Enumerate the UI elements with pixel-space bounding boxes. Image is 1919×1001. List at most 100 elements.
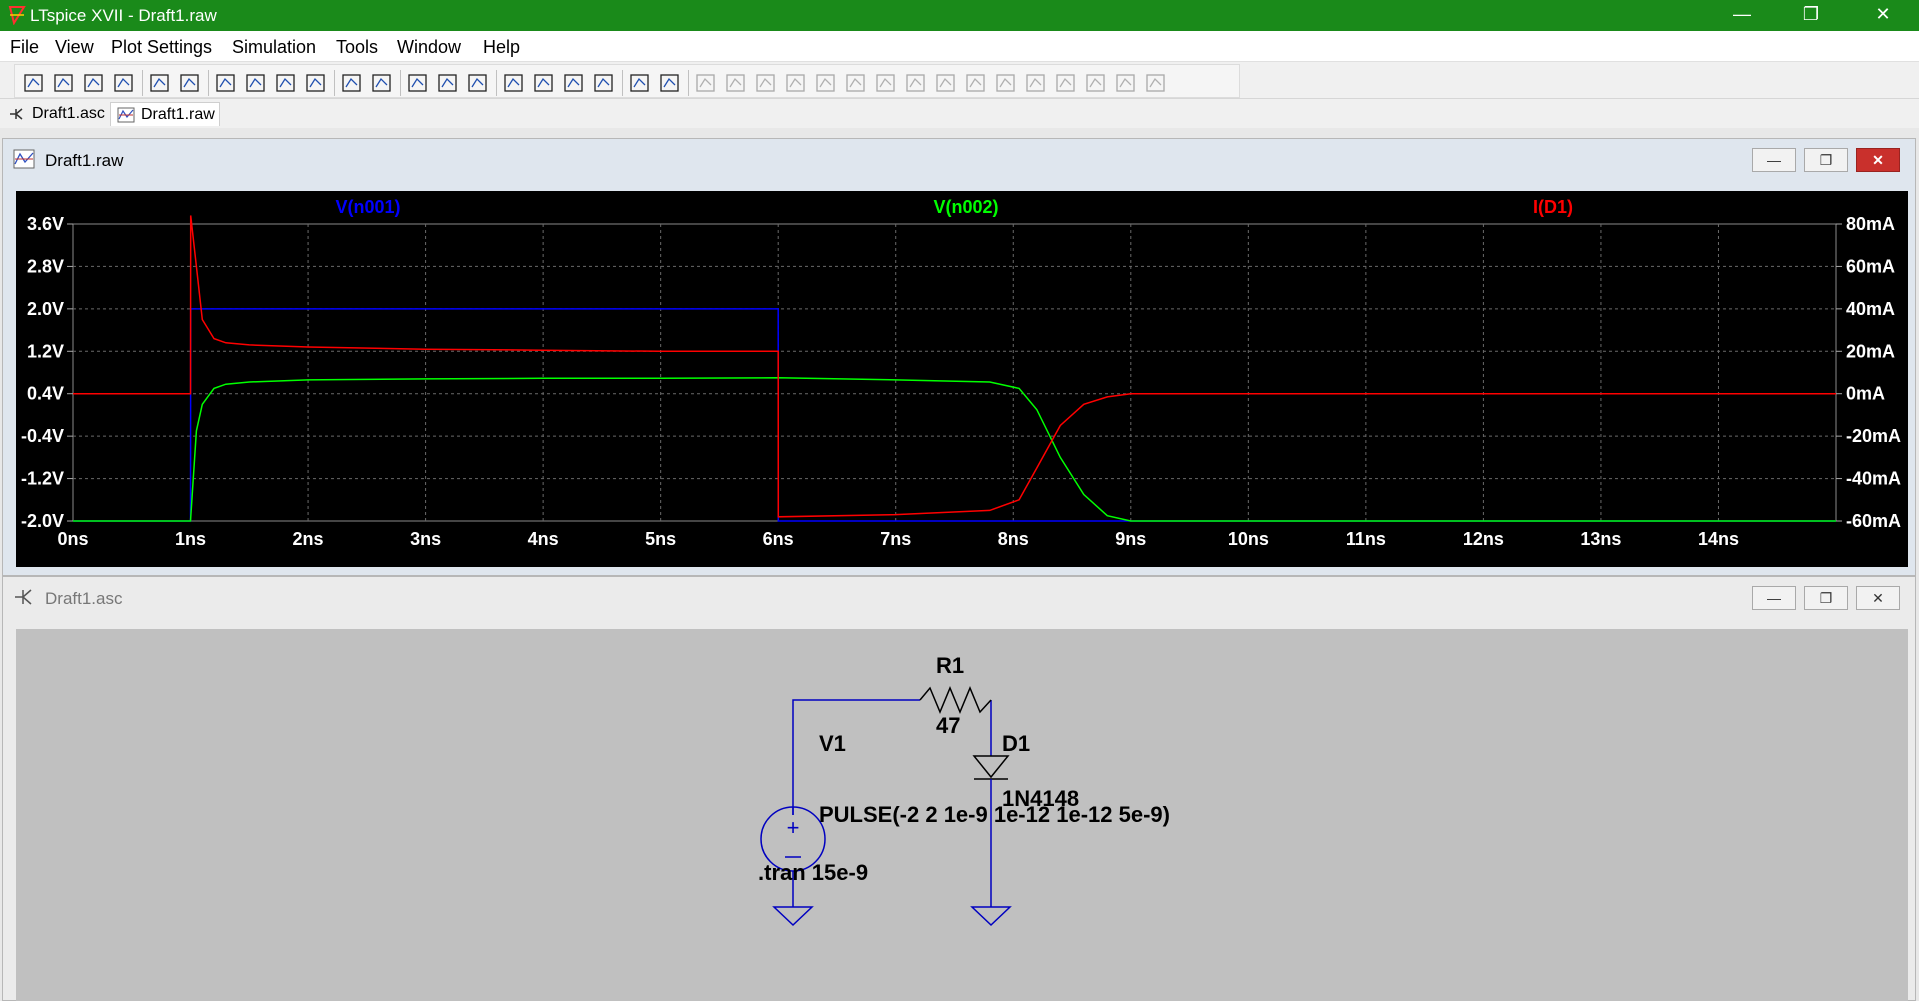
tile-horizontal-icon[interactable] — [405, 71, 431, 95]
copy-icon[interactable] — [531, 71, 557, 95]
menu-tools[interactable]: Tools — [336, 37, 378, 58]
schematic-restore-button[interactable]: ❐ — [1804, 586, 1848, 610]
menu-view[interactable]: View — [55, 37, 94, 58]
menu-simulation[interactable]: Simulation — [232, 37, 316, 58]
print-icon[interactable] — [627, 71, 653, 95]
text-icon[interactable] — [1113, 71, 1139, 95]
toolbar-separator — [622, 70, 623, 96]
tile-vertical-icon[interactable] — [465, 71, 491, 95]
x-tick-label: 12ns — [1463, 529, 1504, 549]
control-panel-icon[interactable] — [111, 71, 137, 95]
menu-bar: File View Plot Settings Simulation Tools… — [0, 31, 1919, 61]
y-right-tick-label: 60mA — [1846, 256, 1895, 276]
open-icon[interactable] — [51, 71, 77, 95]
svg-text:+: + — [787, 815, 800, 840]
redo-icon[interactable] — [1023, 71, 1049, 95]
menu-plot-settings[interactable]: Plot Settings — [111, 37, 212, 58]
zoom-out-icon[interactable] — [243, 71, 269, 95]
x-tick-label: 1ns — [175, 529, 206, 549]
waveform-plot[interactable]: 0ns 1ns 2ns 3ns 4ns 5ns 6ns 7ns 8ns 9ns 10ns 11ns 12… — [16, 191, 1908, 567]
y-right-tick-label: 20mA — [1846, 341, 1895, 361]
schematic-icon — [15, 589, 32, 605]
spice-directive[interactable]: .tran 15e-9 — [758, 860, 868, 886]
wire-top[interactable] — [792, 699, 920, 815]
schematic-close-button[interactable]: ✕ — [1856, 586, 1900, 610]
label-net-icon[interactable] — [753, 71, 779, 95]
diode-icon[interactable] — [873, 71, 899, 95]
find-icon[interactable] — [591, 71, 617, 95]
waveform-chart[interactable]: 0ns 1ns 2ns 3ns 4ns 5ns 6ns 7ns 8ns 9ns 10ns 11ns 12… — [16, 191, 1908, 567]
zoom-in-icon[interactable] — [213, 71, 239, 95]
schematic-canvas[interactable]: + R1 47 D1 1N4148 V1 PULSE(-2 2 1e-9 1e-… — [16, 629, 1908, 1001]
x-tick-label: 10ns — [1228, 529, 1269, 549]
minimize-button[interactable]: — — [1714, 0, 1770, 31]
toolbar-separator — [208, 70, 209, 96]
ground-d1-icon[interactable] — [970, 906, 1012, 927]
diode-d1-symbol[interactable] — [972, 755, 1010, 907]
capacitor-icon[interactable] — [813, 71, 839, 95]
draw-wire-icon[interactable] — [693, 71, 719, 95]
tab-label: Draft1.raw — [141, 106, 215, 123]
run-icon[interactable] — [147, 71, 173, 95]
r1-value-label[interactable]: 47 — [936, 713, 960, 739]
d1-name-label[interactable]: D1 — [1002, 731, 1030, 757]
plot-close-button[interactable]: ✕ — [1856, 148, 1900, 172]
v1-value-label[interactable]: PULSE(-2 2 1e-9 1e-12 1e-12 5e-9) — [819, 802, 1170, 828]
x-tick-label: 6ns — [763, 529, 794, 549]
document-tabs: Draft1.asc Draft1.raw — [0, 100, 1919, 128]
y-left-tick-label: -1.2V — [21, 469, 64, 489]
trace-label-vn002: V(n002) — [933, 197, 998, 217]
paste-icon[interactable] — [561, 71, 587, 95]
y-right-tick-label: -20mA — [1846, 426, 1901, 446]
y-right-tick-label: 80mA — [1846, 214, 1895, 234]
toolbar-separator — [400, 70, 401, 96]
save-icon[interactable] — [81, 71, 107, 95]
zoom-area-icon[interactable] — [273, 71, 299, 95]
zoom-fit-icon[interactable] — [303, 71, 329, 95]
r1-name-label[interactable]: R1 — [936, 653, 964, 679]
ground-v1-icon[interactable] — [772, 906, 814, 927]
voltage-source-v1-symbol[interactable]: + — [760, 806, 826, 907]
component-icon[interactable] — [903, 71, 929, 95]
spice-directive-icon[interactable] — [1143, 71, 1169, 95]
waveform-icon — [13, 149, 35, 169]
plot-minimize-button[interactable]: — — [1752, 148, 1796, 172]
move-icon[interactable] — [933, 71, 959, 95]
waveform-icon — [117, 107, 135, 123]
autorange-icon[interactable] — [339, 71, 365, 95]
close-button[interactable]: ✕ — [1855, 0, 1911, 31]
menu-file[interactable]: File — [10, 37, 39, 58]
trace-label-vn001: V(n001) — [335, 197, 400, 217]
y-left-tick-label: 1.2V — [27, 341, 64, 361]
plot-restore-button[interactable]: ❐ — [1804, 148, 1848, 172]
new-schematic-icon[interactable] — [21, 71, 47, 95]
y-left-tick-label: -2.0V — [21, 511, 64, 531]
cascade-icon[interactable] — [435, 71, 461, 95]
cut-icon[interactable] — [501, 71, 527, 95]
trace-label-id1: I(D1) — [1533, 197, 1573, 217]
drag-icon[interactable] — [963, 71, 989, 95]
resistor-icon[interactable] — [783, 71, 809, 95]
pan-hand-icon[interactable] — [177, 71, 203, 95]
y-left-tick-label: -0.4V — [21, 426, 64, 446]
x-tick-label: 0ns — [57, 529, 88, 549]
inductor-icon[interactable] — [843, 71, 869, 95]
ground-icon[interactable] — [723, 71, 749, 95]
mirror-icon[interactable] — [1083, 71, 1109, 95]
menu-window[interactable]: Window — [397, 37, 461, 58]
y-right-tick-label: -60mA — [1846, 511, 1901, 531]
tab-draft1-raw[interactable]: Draft1.raw — [110, 102, 220, 126]
rotate-icon[interactable] — [1053, 71, 1079, 95]
restore-button[interactable]: ❐ — [1783, 0, 1839, 31]
menu-help[interactable]: Help — [483, 37, 520, 58]
grid-icon[interactable] — [369, 71, 395, 95]
toolbar-separator — [496, 70, 497, 96]
print-setup-icon[interactable] — [657, 71, 683, 95]
x-tick-label: 7ns — [880, 529, 911, 549]
schematic-minimize-button[interactable]: — — [1752, 586, 1796, 610]
undo-icon[interactable] — [993, 71, 1019, 95]
v1-name-label[interactable]: V1 — [819, 731, 846, 757]
resistor-r1-symbol[interactable] — [919, 686, 992, 714]
tab-draft1-asc[interactable]: Draft1.asc — [2, 102, 109, 126]
schematic-window-title: Draft1.asc — [45, 589, 123, 608]
